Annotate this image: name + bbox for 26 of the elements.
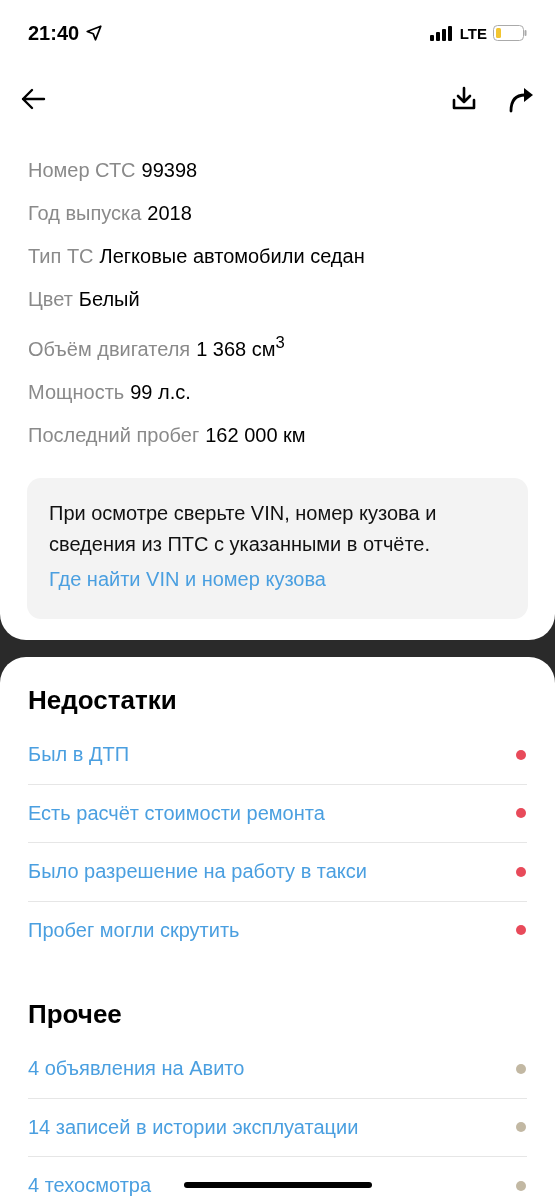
network-type: LTE	[459, 24, 487, 42]
report-item-link[interactable]: 4 техосмотра	[28, 1174, 152, 1198]
battery-icon	[493, 25, 527, 41]
spec-line: Мощность 99 л.с.	[28, 379, 192, 405]
vin-help-link[interactable]: Где найти VIN и номер кузова	[49, 563, 506, 595]
report-item-link[interactable]: Есть расчёт стоимости ремонта	[28, 801, 325, 825]
spec-line: Номер СТС 99398	[28, 158, 199, 183]
back-arrow-icon[interactable]	[20, 87, 46, 111]
spec-line: Тип ТС Легковые автомобили седан	[28, 244, 366, 269]
section-title: Недостатки	[28, 685, 178, 716]
spec-line: Объём двигателя 1 368 см$^{3}$	[28, 332, 286, 362]
download-icon[interactable]	[451, 86, 477, 112]
report-item-link[interactable]: 4 объявления на Авито	[28, 1057, 245, 1081]
report-item-link[interactable]: Пробег могли скрутить	[28, 918, 240, 942]
section-title: Прочее	[28, 999, 123, 1030]
spec-line: Последний пробег 162 000 км	[28, 422, 307, 448]
report-item-link[interactable]: Был в ДТП	[28, 743, 130, 767]
spec-line: Год выпуска 2018	[28, 201, 193, 226]
status-time: 21:40	[28, 21, 80, 45]
report-item-link[interactable]: 14 записей в истории эксплуатации	[28, 1115, 359, 1139]
spec-line: Цвет Белый	[28, 287, 141, 312]
report-item-link[interactable]: Было разрешение на работу в такси	[28, 860, 367, 884]
share-arrow-icon[interactable]	[507, 85, 535, 113]
notice-text: При осмотре сверьте VIN, номер кузова и сведения из ПТС с указанными в отчёте.	[49, 500, 438, 557]
signal-icon	[429, 25, 454, 41]
location-arrow-icon	[85, 24, 104, 42]
